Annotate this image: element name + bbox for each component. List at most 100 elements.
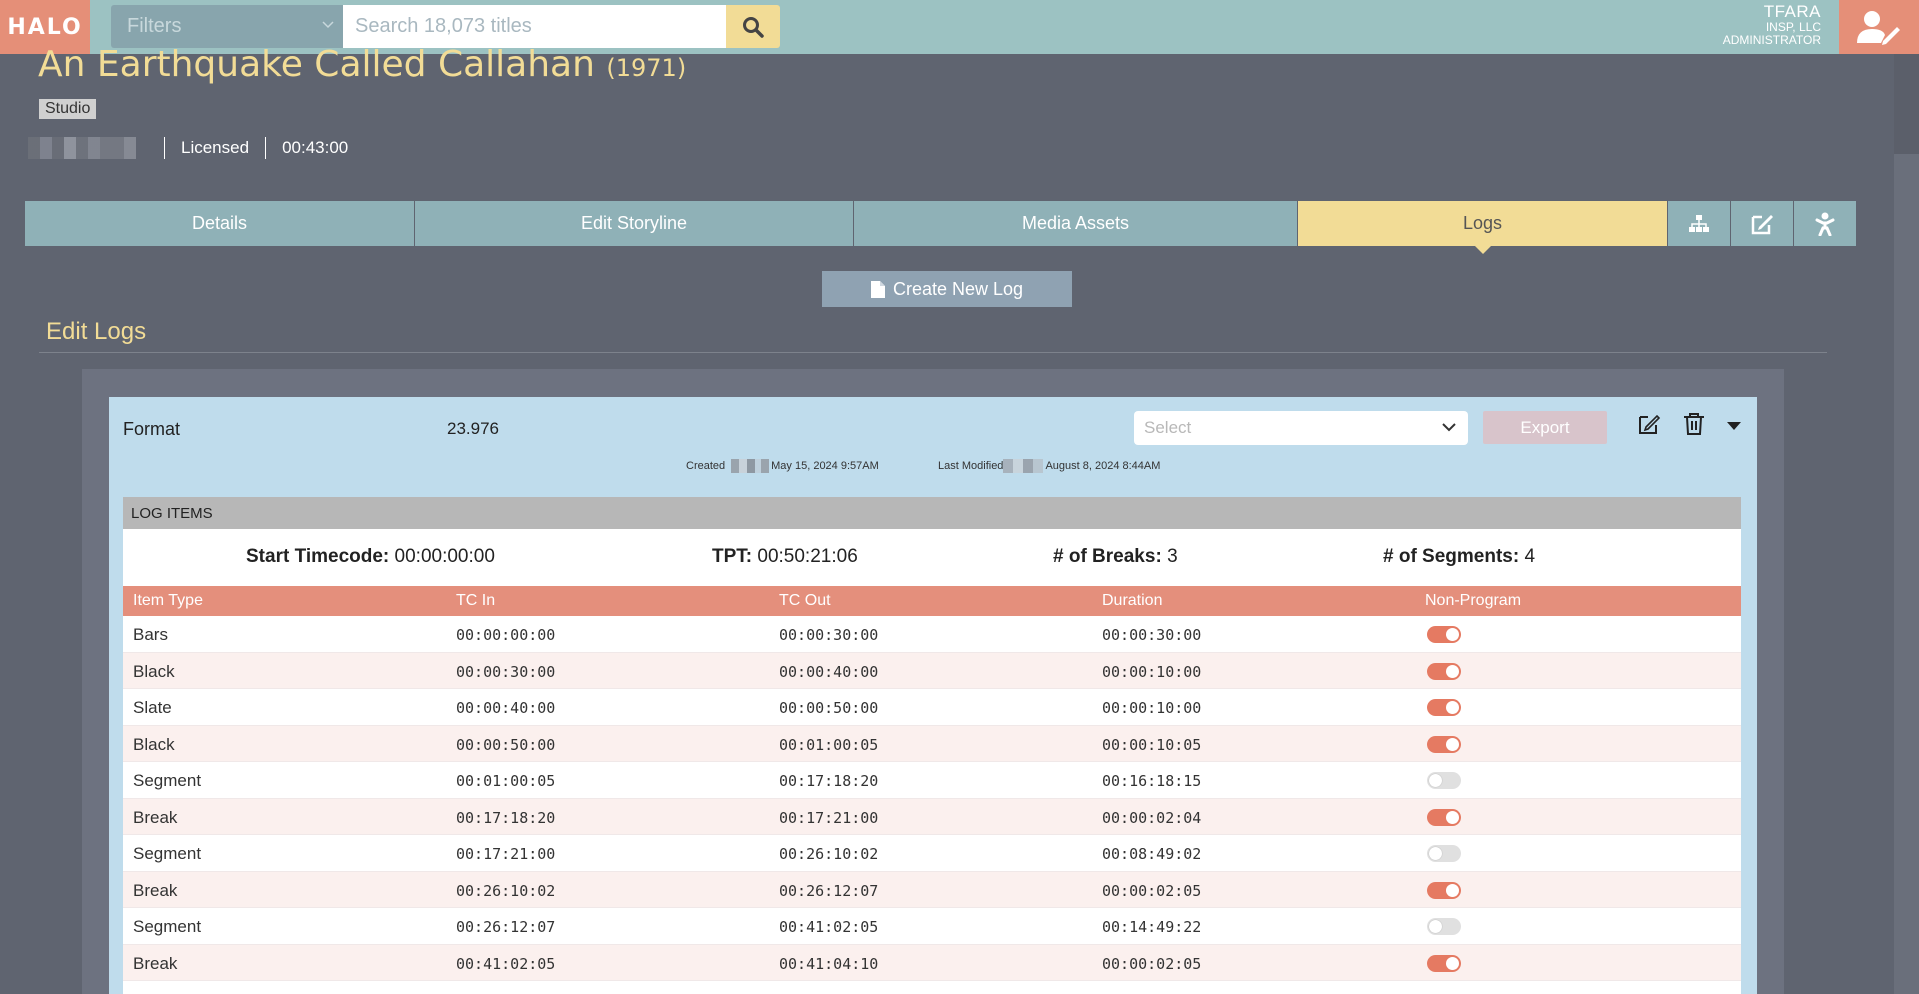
user-company: INSP, LLC: [1765, 20, 1821, 34]
table-row[interactable]: Slate 00:00:40:00 00:00:50:00 00:00:10:00: [123, 689, 1741, 726]
divider: [39, 352, 1827, 353]
modified-label: Last Modified: [938, 460, 1004, 472]
stat-value: 3: [1167, 546, 1178, 567]
table-row[interactable]: Break 00:26:10:02 00:26:12:07 00:00:02:05: [123, 871, 1741, 908]
table-row[interactable]: Black 00:00:50:00 00:01:00:05 00:00:10:05: [123, 725, 1741, 762]
search-button[interactable]: [726, 5, 780, 48]
non-program-toggle[interactable]: [1427, 954, 1461, 972]
search-placeholder: Search 18,073 titles: [355, 15, 532, 37]
license-status: Licensed: [181, 138, 250, 157]
log-stats: Start Timecode: 00:00:00:00 TPT: 00:50:2…: [123, 529, 1741, 586]
column-header[interactable]: Item Type: [133, 592, 203, 610]
filters-placeholder: Filters: [127, 15, 182, 37]
tc-in: 00:26:12:07: [456, 918, 556, 936]
tc-out: 00:17:18:20: [779, 772, 879, 790]
log-select[interactable]: Select: [1134, 411, 1468, 445]
search-icon: [743, 16, 764, 38]
create-new-log-button[interactable]: Create New Log: [822, 271, 1072, 307]
section-title: Edit Logs: [46, 318, 147, 345]
redacted-image: [28, 137, 136, 159]
stat-label: TPT:: [712, 546, 753, 567]
stat-label: # of Breaks:: [1053, 546, 1162, 567]
table-header: Item Type TC In TC Out Duration Non-Prog…: [123, 586, 1741, 616]
stat-breaks: # of Breaks: 3: [1053, 546, 1178, 568]
tc-in: 00:01:00:05: [456, 772, 556, 790]
table-row[interactable]: Segment 00:26:12:07 00:41:02:05 00:14:49:22: [123, 908, 1741, 945]
stat-label: Start Timecode:: [246, 546, 390, 567]
item-type: Segment: [133, 844, 202, 863]
duration: 00:14:49:22: [1102, 918, 1202, 936]
created-date: May 15, 2024 9:57AM: [771, 460, 879, 472]
edit-tab[interactable]: [1731, 201, 1794, 246]
non-program-toggle[interactable]: [1427, 699, 1461, 716]
select-placeholder: Select: [1144, 418, 1192, 437]
caret-down-icon[interactable]: [1727, 422, 1741, 430]
filters-dropdown[interactable]: Filters: [111, 5, 343, 48]
column-header[interactable]: TC Out: [779, 592, 831, 610]
tc-out: 00:26:10:02: [779, 845, 879, 863]
tc-out: 00:01:00:05: [779, 735, 879, 754]
title-year: (1971): [606, 54, 687, 82]
tab-media-assets[interactable]: Media Assets: [854, 201, 1298, 246]
tab-edit-storyline[interactable]: Edit Storyline: [415, 201, 854, 246]
column-header[interactable]: TC In: [456, 592, 495, 610]
table-row[interactable]: Bars 00:00:00:00 00:00:30:00 00:00:30:00: [123, 616, 1741, 653]
user-name: TFARA: [1763, 2, 1821, 21]
title-meta: Licensed 00:43:00: [28, 137, 348, 159]
stat-start-timecode: Start Timecode: 00:00:00:00: [246, 546, 495, 568]
format-value: 23.976: [447, 419, 499, 438]
export-button[interactable]: Export: [1483, 411, 1607, 444]
item-type: Break: [133, 807, 178, 827]
non-program-toggle[interactable]: [1427, 918, 1461, 935]
baby-icon: [1815, 212, 1835, 236]
item-type: Segment: [133, 771, 202, 790]
hierarchy-tab[interactable]: [1668, 201, 1731, 246]
edit-icon[interactable]: [1637, 412, 1661, 436]
tab-details[interactable]: Details: [25, 201, 415, 246]
item-type: Black: [133, 661, 175, 681]
table-row[interactable]: Break 00:17:18:20 00:17:21:00 00:00:02:04: [123, 798, 1741, 835]
non-program-toggle[interactable]: [1427, 772, 1461, 789]
user-menu-button[interactable]: [1839, 0, 1919, 54]
stat-value: 00:00:00:00: [394, 546, 495, 567]
title-name: An Earthquake Called Callahan: [38, 44, 595, 85]
tc-out: 00:17:21:00: [779, 808, 879, 827]
baby-tab[interactable]: [1794, 201, 1857, 246]
search-input[interactable]: Search 18,073 titles: [343, 5, 726, 48]
table-row[interactable]: Segment 00:01:00:05 00:17:18:20 00:16:18:15: [123, 762, 1741, 799]
duration: 00:16:18:15: [1102, 772, 1202, 790]
log-panel: Format 23.976 Select Export Created May …: [109, 397, 1757, 994]
stat-value: 4: [1524, 546, 1536, 567]
duration: 00:00:02:05: [1102, 954, 1202, 973]
table-row[interactable]: Black 00:00:30:00 00:00:40:00 00:00:10:00: [123, 652, 1741, 689]
scrollbar[interactable]: [1894, 54, 1919, 994]
modified-info: Last Modified August 8, 2024 8:44AM: [938, 459, 1160, 473]
table-row[interactable]: Break 00:41:02:05 00:41:04:10 00:00:02:05: [123, 944, 1741, 981]
scrollbar-thumb[interactable]: [1894, 154, 1919, 994]
redacted-image: [731, 459, 770, 473]
table-row[interactable]: Segment 00:17:21:00 00:26:10:02 00:08:49:02: [123, 835, 1741, 872]
duration: 00:00:10:00: [1102, 662, 1202, 681]
tc-in: 00:17:18:20: [456, 808, 556, 827]
trash-icon[interactable]: [1683, 412, 1705, 436]
non-program-toggle[interactable]: [1427, 808, 1461, 826]
non-program-toggle[interactable]: [1427, 845, 1461, 862]
tc-in: 00:00:30:00: [456, 662, 556, 681]
tc-in: 00:26:10:02: [456, 881, 556, 900]
non-program-toggle[interactable]: [1427, 735, 1461, 753]
duration: 00:00:10:05: [1102, 735, 1202, 754]
column-header[interactable]: Non-Program: [1425, 592, 1521, 610]
hierarchy-icon: [1689, 214, 1709, 232]
stat-value: 00:50:21:06: [757, 546, 858, 567]
tab-logs[interactable]: Logs: [1298, 201, 1668, 254]
duration: 00:00:02:04: [1102, 808, 1202, 827]
column-header[interactable]: Duration: [1102, 592, 1162, 610]
user-info: TFARA INSP, LLC ADMINISTRATOR: [1723, 3, 1821, 46]
tc-out: 00:41:02:05: [779, 918, 879, 936]
log-items-header: LOG ITEMS: [123, 497, 1741, 529]
non-program-toggle[interactable]: [1427, 626, 1461, 643]
chevron-down-icon: [1442, 423, 1456, 432]
non-program-toggle[interactable]: [1427, 881, 1461, 899]
non-program-toggle[interactable]: [1427, 662, 1461, 680]
stat-label: # of Segments:: [1383, 546, 1520, 567]
